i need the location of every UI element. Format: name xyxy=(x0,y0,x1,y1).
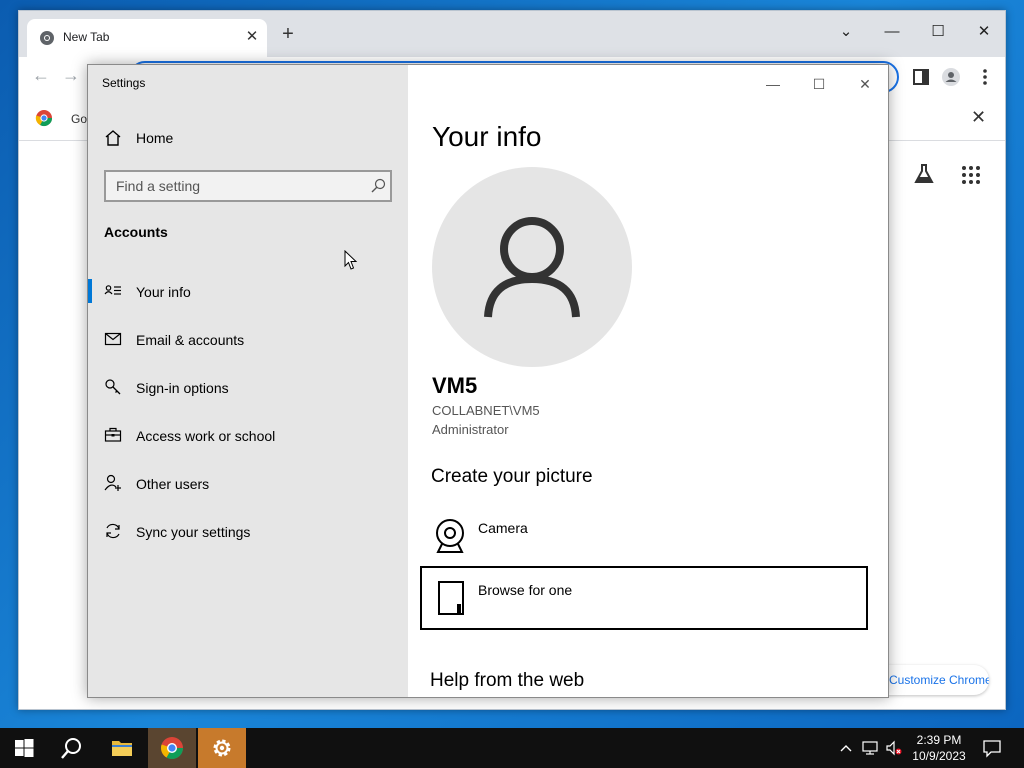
page-title: Your info xyxy=(432,121,542,152)
browse-label: Browse for one xyxy=(478,582,573,598)
section-heading-accounts: Accounts xyxy=(104,224,168,240)
chrome-minimize-button[interactable]: — xyxy=(869,17,915,47)
mouse-cursor-icon xyxy=(344,250,358,270)
sidebar-item-label: Sync your settings xyxy=(136,524,251,540)
network-icon[interactable] xyxy=(862,740,878,756)
chrome-logo-icon xyxy=(161,737,183,759)
sidebar-item-label: Your info xyxy=(136,284,191,300)
search-icon[interactable] xyxy=(370,178,386,194)
user-avatar-icon xyxy=(484,217,580,318)
find-setting-box xyxy=(104,170,392,202)
settings-sidebar: Settings Home Accounts xyxy=(88,65,408,697)
settings-minimize-button[interactable]: — xyxy=(750,69,796,99)
document-icon xyxy=(438,581,464,615)
settings-maximize-button[interactable]: ☐ xyxy=(796,69,842,99)
side-panel-icon[interactable] xyxy=(911,67,931,87)
home-icon xyxy=(105,130,121,146)
sidebar-item-email-accounts[interactable]: Email & accounts xyxy=(88,319,408,359)
sidebar-item-home[interactable]: Home xyxy=(88,123,408,153)
webcam-icon xyxy=(436,519,464,553)
file-explorer-button[interactable] xyxy=(98,728,146,768)
chrome-close-button[interactable]: ✕ xyxy=(961,17,1007,47)
chrome-tab-new-tab[interactable]: New Tab ✕ xyxy=(27,19,267,57)
home-label: Home xyxy=(136,130,174,146)
windows-logo-icon xyxy=(15,739,34,757)
profile-icon[interactable] xyxy=(941,67,961,87)
chrome-taskbar-button[interactable] xyxy=(148,728,196,768)
volume-muted-icon[interactable] xyxy=(886,740,902,756)
sidebar-item-your-info[interactable]: Your info xyxy=(88,271,408,311)
user-domain: COLLABNET\VM5 xyxy=(432,403,540,418)
key-icon xyxy=(105,379,121,395)
new-tab-button[interactable]: + xyxy=(275,23,301,45)
folder-icon xyxy=(112,741,132,756)
chrome-tab-search-icon[interactable]: ⌄ xyxy=(823,17,869,47)
help-web-heading: Help from the web xyxy=(430,670,585,691)
gear-icon xyxy=(213,739,231,757)
tab-close-icon[interactable]: ✕ xyxy=(243,27,261,45)
mail-icon xyxy=(104,332,122,346)
bookmark-bar-close-icon[interactable]: ✕ xyxy=(971,107,986,128)
chrome-logo-icon xyxy=(35,110,53,127)
camera-label: Camera xyxy=(478,520,528,536)
notifications-icon[interactable] xyxy=(982,738,1002,758)
tab-title: New Tab xyxy=(63,30,110,44)
settings-window: Settings Home Accounts xyxy=(87,64,889,698)
chrome-maximize-button[interactable]: ☐ xyxy=(915,17,961,47)
settings-app-title: Settings xyxy=(102,76,146,90)
avatar xyxy=(432,167,632,367)
chrome-tabstrip: New Tab ✕ + ⌄ — ☐ ✕ xyxy=(19,11,1005,57)
clock-time: 2:39 PM xyxy=(916,733,962,747)
sidebar-item-sign-in-options[interactable]: Sign-in options xyxy=(88,367,408,407)
settings-content: — ☐ ✕ Your info VM5 COLLABNET\VM5 Admini… xyxy=(408,65,888,697)
create-picture-heading: Create your picture xyxy=(431,466,593,487)
user-role: Administrator xyxy=(432,422,509,437)
sidebar-item-label: Access work or school xyxy=(136,428,276,444)
sidebar-item-sync-settings[interactable]: Sync your settings xyxy=(88,511,408,551)
settings-close-button[interactable]: ✕ xyxy=(842,69,888,99)
taskbar-clock[interactable]: 2:39 PM 10/9/2023 xyxy=(906,732,972,764)
sidebar-item-label: Sign-in options xyxy=(136,380,229,396)
start-button[interactable] xyxy=(0,728,48,768)
clock-date: 10/9/2023 xyxy=(912,749,966,763)
briefcase-icon xyxy=(104,427,122,442)
user-name: VM5 xyxy=(432,373,478,398)
labs-flask-icon[interactable] xyxy=(913,163,935,185)
person-card-icon xyxy=(104,285,121,295)
google-apps-grid-icon[interactable] xyxy=(961,165,981,185)
sidebar-item-other-users[interactable]: Other users xyxy=(88,463,408,503)
sidebar-item-label: Other users xyxy=(136,476,210,492)
back-arrow-icon[interactable]: ← xyxy=(29,65,53,86)
add-person-icon xyxy=(104,474,121,491)
sidebar-item-access-work-school[interactable]: Access work or school xyxy=(88,415,408,455)
find-setting-input[interactable] xyxy=(106,172,356,200)
search-icon xyxy=(61,738,81,759)
browse-option[interactable]: Browse for one xyxy=(420,566,868,630)
chrome-favicon-icon xyxy=(40,31,54,45)
chevron-up-icon[interactable] xyxy=(838,740,854,756)
settings-taskbar-button[interactable] xyxy=(198,728,246,768)
camera-option[interactable]: Camera xyxy=(420,506,868,570)
forward-arrow-icon[interactable]: → xyxy=(59,65,83,86)
sync-icon xyxy=(106,523,120,539)
kebab-menu-icon[interactable] xyxy=(975,67,995,87)
taskbar-search-button[interactable] xyxy=(48,728,96,768)
sidebar-item-label: Email & accounts xyxy=(136,332,245,348)
taskbar: 2:39 PM 10/9/2023 xyxy=(0,728,1024,768)
active-indicator xyxy=(88,279,92,303)
